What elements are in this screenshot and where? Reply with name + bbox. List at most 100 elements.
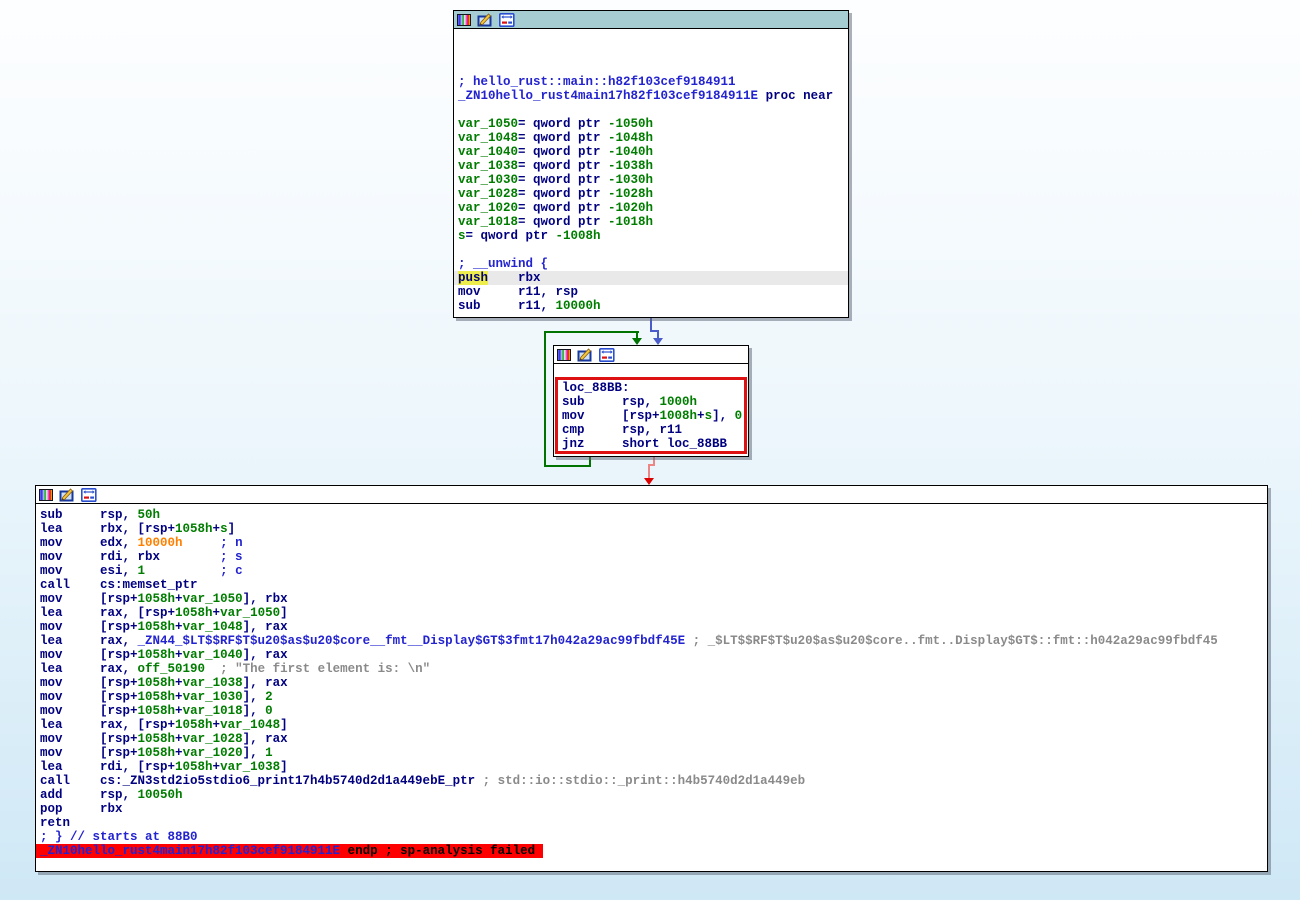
asm-token: var_1038 [458, 159, 518, 173]
asm-token: 10000h [556, 299, 601, 313]
asm-line[interactable]: s= qword ptr -1008h [454, 229, 848, 243]
asm-line[interactable]: var_1018= qword ptr -1018h [454, 215, 848, 229]
asm-line[interactable]: sub r11, 10000h [454, 299, 848, 313]
asm-line[interactable]: loc_88BB: [558, 381, 744, 395]
asm-line[interactable] [454, 61, 848, 75]
asm-line[interactable]: mov [rsp+1058h+var_1048], rax [36, 620, 1267, 634]
asm-token: -1028h [608, 187, 653, 201]
set-node-color-icon[interactable] [457, 14, 471, 26]
set-node-color-icon[interactable] [557, 349, 571, 361]
asm-line[interactable]: mov edx, 10000h ; n [36, 536, 1267, 550]
asm-line[interactable]: lea rax, off_50190 ; "The first element … [36, 662, 1267, 676]
node-title-bar[interactable] [554, 346, 748, 364]
asm-line[interactable]: var_1030= qword ptr -1030h [454, 173, 848, 187]
edit-node-icon[interactable] [577, 348, 593, 362]
asm-line[interactable]: mov [rsp+1058h+var_1050], rbx [36, 592, 1267, 606]
asm-line[interactable] [454, 103, 848, 117]
asm-token: + [213, 760, 221, 774]
asm-token: mov [rsp+ [40, 746, 138, 760]
asm-line[interactable]: call cs:_ZN3std2io5stdio6_print17h4b5740… [36, 774, 1267, 788]
asm-line[interactable]: sub rsp, 50h [36, 508, 1267, 522]
asm-token: var_1048 [458, 131, 518, 145]
asm-token: ], rax [243, 732, 288, 746]
asm-line[interactable]: call cs:memset_ptr [36, 578, 1267, 592]
asm-token: lea rax, [rsp+ [40, 718, 175, 732]
basic-block-loop-loc_88BB[interactable]: loc_88BB:sub rsp, 1000hmov [rsp+1008h+s]… [553, 345, 749, 457]
asm-line[interactable]: ; } // starts at 88B0 [36, 830, 1267, 844]
basic-block-body[interactable]: sub rsp, 50hlea rbx, [rsp+1058h+s]mov ed… [35, 485, 1268, 872]
asm-line[interactable]: var_1038= qword ptr -1038h [454, 159, 848, 173]
asm-line[interactable]: ; __unwind { [454, 257, 848, 271]
asm-token: _ZN10hello_rust4main17h82f103cef9184911E [458, 89, 758, 103]
asm-token: + [175, 676, 183, 690]
asm-line[interactable]: _ZN10hello_rust4main17h82f103cef9184911E… [36, 844, 543, 858]
asm-line[interactable]: mov esi, 1 ; c [36, 564, 1267, 578]
asm-token: pop rbx [40, 802, 123, 816]
asm-line[interactable]: lea rax, [rsp+1058h+var_1048] [36, 718, 1267, 732]
asm-line[interactable]: var_1050= qword ptr -1050h [454, 117, 848, 131]
asm-token: ] [228, 522, 236, 536]
asm-token: var_1050 [458, 117, 518, 131]
asm-line[interactable]: mov [rsp+1058h+var_1020], 1 [36, 746, 1267, 760]
group-nodes-icon[interactable] [499, 13, 515, 27]
asm-line[interactable]: lea rax, [rsp+1058h+var_1050] [36, 606, 1267, 620]
asm-line[interactable]: cmp rsp, r11 [558, 423, 744, 437]
asm-line[interactable]: mov [rsp+1008h+s], 0 [558, 409, 744, 423]
asm-token: lea rax, [40, 662, 138, 676]
asm-token: var_1020 [183, 746, 243, 760]
asm-token: + [175, 746, 183, 760]
asm-line[interactable]: jnz short loc_88BB [558, 437, 744, 451]
asm-line[interactable]: mov [rsp+1058h+var_1040], rax [36, 648, 1267, 662]
asm-line[interactable]: mov [rsp+1058h+var_1028], rax [36, 732, 1267, 746]
asm-line[interactable]: mov rdi, rbx ; s [36, 550, 1267, 564]
asm-line[interactable]: mov [rsp+1058h+var_1030], 2 [36, 690, 1267, 704]
asm-token: + [175, 690, 183, 704]
asm-line[interactable]: sub rsp, 1000h [558, 395, 744, 409]
asm-token: sub rsp, [40, 508, 138, 522]
asm-line[interactable]: lea rbx, [rsp+1058h+s] [36, 522, 1267, 536]
asm-line[interactable] [454, 243, 848, 257]
asm-line[interactable]: mov r11, rsp [454, 285, 848, 299]
asm-token: var_1050 [183, 592, 243, 606]
asm-line[interactable]: var_1020= qword ptr -1020h [454, 201, 848, 215]
asm-line[interactable]: lea rax, _ZN44_$LT$$RF$T$u20$as$u20$core… [36, 634, 1267, 648]
asm-token: ], [243, 704, 266, 718]
asm-token: var_1028 [183, 732, 243, 746]
loop-highlight-box[interactable]: loc_88BB:sub rsp, 1000hmov [rsp+1008h+s]… [555, 377, 747, 454]
asm-token: 1000h [660, 395, 698, 409]
group-nodes-icon[interactable] [81, 488, 97, 502]
edit-node-icon[interactable] [59, 488, 75, 502]
asm-token: var_1018 [458, 215, 518, 229]
asm-token: var_1038 [183, 676, 243, 690]
asm-token: jnz short loc_88BB [562, 437, 727, 451]
asm-line[interactable]: pop rbx [36, 802, 1267, 816]
node-title-bar[interactable] [36, 486, 1267, 504]
asm-line[interactable]: mov [rsp+1058h+var_1018], 0 [36, 704, 1267, 718]
set-node-color-icon[interactable] [39, 489, 53, 501]
asm-line[interactable]: var_1048= qword ptr -1048h [454, 131, 848, 145]
asm-line[interactable] [454, 33, 848, 47]
asm-token: mov [rsp+ [40, 732, 138, 746]
asm-token [205, 662, 220, 676]
asm-line[interactable]: ; hello_rust::main::h82f103cef9184911 [454, 75, 848, 89]
asm-token: mov rdi, rbx [40, 550, 160, 564]
edit-node-icon[interactable] [477, 13, 493, 27]
graph-canvas[interactable]: ; hello_rust::main::h82f103cef9184911_ZN… [0, 0, 1300, 900]
asm-line[interactable]: var_1040= qword ptr -1040h [454, 145, 848, 159]
asm-line[interactable]: lea rdi, [rsp+1058h+var_1038] [36, 760, 1267, 774]
asm-line[interactable]: retn [36, 816, 1267, 830]
node-title-bar[interactable] [454, 11, 848, 29]
asm-token: ], [243, 690, 266, 704]
asm-line[interactable]: var_1028= qword ptr -1028h [454, 187, 848, 201]
basic-block-entry[interactable]: ; hello_rust::main::h82f103cef9184911_ZN… [453, 10, 849, 318]
asm-line[interactable]: mov [rsp+1058h+var_1038], rax [36, 676, 1267, 690]
asm-line[interactable] [454, 47, 848, 61]
node-content[interactable]: ; hello_rust::main::h82f103cef9184911_ZN… [454, 29, 848, 313]
asm-token: call cs:memset_ptr [40, 578, 198, 592]
asm-line[interactable]: _ZN10hello_rust4main17h82f103cef9184911E… [454, 89, 848, 103]
asm-token: 10050h [138, 788, 183, 802]
asm-line[interactable]: add rsp, 10050h [36, 788, 1267, 802]
group-nodes-icon[interactable] [599, 348, 615, 362]
asm-line[interactable]: push rbx [454, 271, 848, 285]
node-content[interactable]: sub rsp, 50hlea rbx, [rsp+1058h+s]mov ed… [36, 504, 1267, 858]
